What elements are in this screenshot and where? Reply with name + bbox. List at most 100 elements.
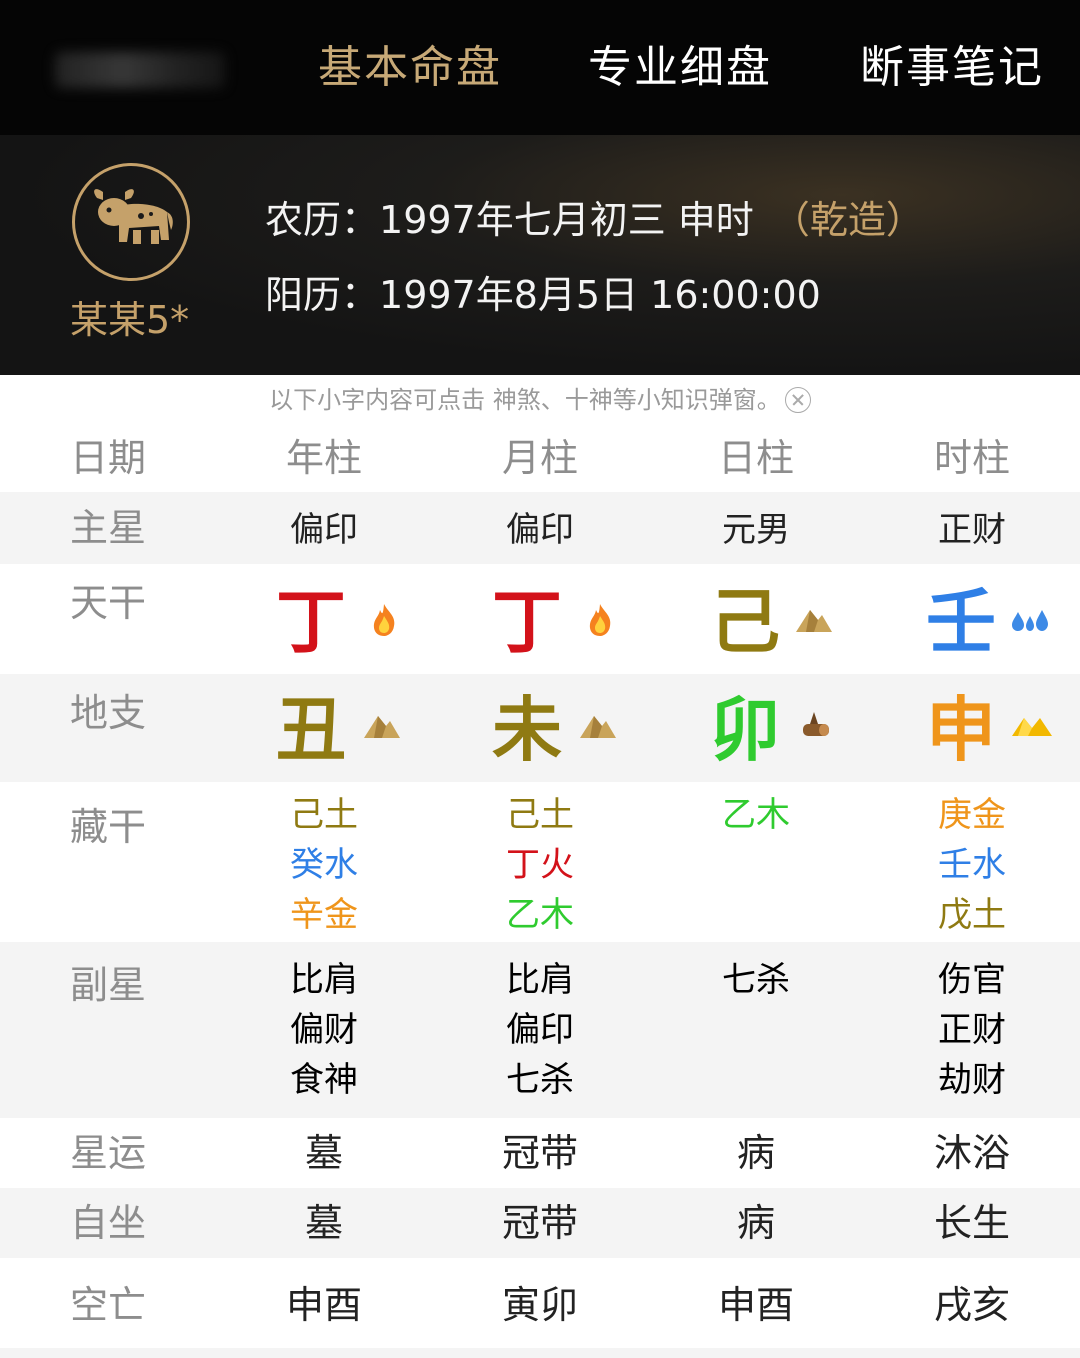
hidden-stem-item[interactable]: 己土 [224,790,424,840]
star-luck-hour[interactable]: 沐浴 [872,1128,1072,1178]
hidden-stem-item[interactable]: 己土 [440,790,640,840]
self-sit-month[interactable]: 冠带 [440,1198,640,1248]
heavenly-stems-row: 天干 丁 丁 己 壬 [0,564,1080,674]
self-sit-row: 自坐 墓 冠带 病 长生 [0,1188,1080,1258]
stem-month[interactable]: 丁 [492,582,562,662]
sub-stars-row: 副星 比肩 偏财 食神 比肩 偏印 七杀 七杀 伤官 正财 劫财 [0,942,1080,1118]
branch-month[interactable]: 未 [492,690,562,770]
gender-tag: （乾造） [771,198,924,242]
row-label-hidden-stems: 藏干 [70,805,147,849]
sub-stars-year: 比肩 偏财 食神 [224,956,424,1106]
username: 某某5* [70,298,190,342]
ox-icon [72,163,190,281]
wood-icon [803,712,829,736]
self-sit-year[interactable]: 墓 [224,1198,424,1248]
main-star-year[interactable]: 偏印 [224,505,424,555]
col-hour-pillar: 时柱 [933,436,1010,480]
sub-star-item[interactable]: 劫财 [872,1056,1072,1106]
earth-icon [796,610,832,632]
row-label-earthly-branches: 地支 [70,691,147,735]
earth-icon [364,716,400,738]
solar-date-line: 阳历：1997年8月5日 16:00:00 [265,268,821,322]
hidden-stem-item[interactable]: 乙木 [440,890,640,940]
star-luck-day[interactable]: 病 [656,1128,856,1178]
sub-star-item[interactable]: 七杀 [440,1056,640,1106]
row-label-self-sit: 自坐 [70,1201,147,1245]
solar-date: 1997年8月5日 16:00:00 [379,273,821,317]
row-label-star-luck: 星运 [70,1131,147,1175]
close-icon[interactable] [784,387,811,413]
tab-notes[interactable]: 断事笔记 [860,38,1044,98]
table-header-row: 日期 年柱 月柱 日柱 时柱 [0,425,1080,490]
col-year-pillar: 年柱 [285,436,362,480]
sub-star-item[interactable]: 比肩 [224,956,424,1006]
void-hour[interactable]: 戌亥 [872,1280,1072,1330]
row-label-sub-stars: 副星 [70,963,147,1007]
branch-year[interactable]: 丑 [276,690,346,770]
earth-icon [580,716,616,738]
sub-stars-month: 比肩 偏印 七杀 [440,956,640,1106]
col-month-pillar: 月柱 [501,436,578,480]
sub-star-item[interactable]: 偏财 [224,1006,424,1056]
tab-basic-chart[interactable]: 基本命盘 [318,38,502,98]
fire-icon [373,604,395,636]
lunar-date-line: 农历：1997年七月初三 申时 （乾造） [265,193,924,247]
tip-text: 以下小字内容可点击 神煞、十神等小知识弹窗。 [269,386,781,414]
hidden-stems-day: 乙木 [656,790,856,840]
tab-professional-chart[interactable]: 专业细盘 [588,38,772,98]
hidden-stem-item[interactable]: 癸水 [224,840,424,890]
earthly-branches-row: 地支 丑 未 卯 申 [0,674,1080,782]
row-label-main-star: 主星 [70,506,147,550]
sub-star-item[interactable]: 七杀 [656,956,856,1006]
main-star-hour[interactable]: 正财 [872,505,1072,555]
hidden-stem-item[interactable]: 戊土 [872,890,1072,940]
col-day-pillar: 日柱 [717,436,794,480]
self-sit-day[interactable]: 病 [656,1198,856,1248]
self-sit-hour[interactable]: 长生 [872,1198,1072,1248]
sub-star-item[interactable]: 食神 [224,1056,424,1106]
hidden-stem-item[interactable]: 乙木 [656,790,856,840]
branch-day[interactable]: 卯 [710,690,780,770]
hidden-stems-month: 己土 丁火 乙木 [440,790,640,940]
hidden-stem-item[interactable]: 壬水 [872,840,1072,890]
sub-stars-hour: 伤官 正财 劫财 [872,956,1072,1106]
hidden-stem-item[interactable]: 辛金 [224,890,424,940]
star-luck-year[interactable]: 墓 [224,1128,424,1178]
solar-label: 阳历： [265,273,380,317]
metal-icon [1012,718,1052,736]
sub-star-item[interactable]: 偏印 [440,1006,640,1056]
void-day[interactable]: 申酉 [656,1280,856,1330]
sub-star-item[interactable]: 伤官 [872,956,1072,1006]
blurred-logo [55,52,225,88]
hidden-stem-item[interactable]: 庚金 [872,790,1072,840]
sub-stars-day: 七杀 [656,956,856,1006]
lunar-label: 农历： [265,198,380,242]
hidden-stems-hour: 庚金 壬水 戊土 [872,790,1072,940]
stem-year[interactable]: 丁 [276,582,346,662]
row-label-heavenly-stems: 天干 [70,581,147,625]
fire-icon [589,604,611,636]
main-star-day[interactable]: 元男 [656,505,856,555]
sub-star-item[interactable]: 正财 [872,1006,1072,1056]
hidden-stems-row: 藏干 己土 癸水 辛金 己土 丁火 乙木 乙木 庚金 壬水 戊土 [0,782,1080,942]
top-nav: 基本命盘 专业细盘 断事笔记 [0,0,1080,135]
void-year[interactable]: 申酉 [224,1280,424,1330]
sub-star-item[interactable]: 比肩 [440,956,640,1006]
stem-hour[interactable]: 壬 [926,582,996,662]
row-label-void: 空亡 [70,1283,147,1327]
star-luck-row: 星运 墓 冠带 病 沐浴 [0,1118,1080,1188]
table-bottom-strip [0,1348,1080,1358]
hidden-stems-year: 己土 癸水 辛金 [224,790,424,940]
void-row: 空亡 申酉 寅卯 申酉 戌亥 [0,1258,1080,1348]
branch-hour[interactable]: 申 [926,690,996,770]
main-star-month[interactable]: 偏印 [440,505,640,555]
star-luck-month[interactable]: 冠带 [440,1128,640,1178]
stem-day[interactable]: 己 [710,582,780,662]
lunar-date: 1997年七月初三 申时 [379,198,754,242]
tip-bar: 以下小字内容可点击 神煞、十神等小知识弹窗。 [0,375,1080,425]
row-label-date: 日期 [70,436,147,480]
main-star-row: 主星 偏印 偏印 元男 正财 [0,492,1080,564]
profile-header: 某某5* 农历：1997年七月初三 申时 （乾造） 阳历：1997年8月5日 16… [0,135,1080,375]
void-month[interactable]: 寅卯 [440,1280,640,1330]
hidden-stem-item[interactable]: 丁火 [440,840,640,890]
